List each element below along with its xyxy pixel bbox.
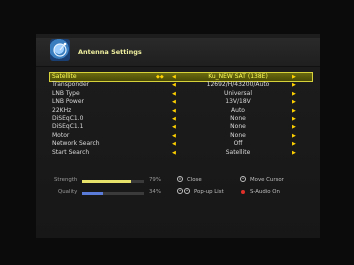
- arrow-left-icon[interactable]: ◀: [172, 132, 176, 140]
- list-button-icon: •: [184, 188, 190, 194]
- quality-label: Quality: [58, 189, 78, 195]
- menu-title: Antenna Settings: [78, 48, 142, 56]
- arrow-left-icon[interactable]: ◀: [172, 98, 176, 106]
- setting-row-lnb-type[interactable]: LNB Type ◀ Universal ▶: [50, 90, 312, 98]
- close-legend: Close: [187, 177, 202, 183]
- setting-row-lnb-power[interactable]: LNB Power ◀ 13V/18V ▶: [50, 98, 312, 106]
- arrow-left-icon[interactable]: ◀: [172, 107, 176, 115]
- arrow-right-icon[interactable]: ▶: [292, 123, 296, 131]
- setting-row-diseqc10[interactable]: DiSEqC1.0 ◀ None ▶: [50, 115, 312, 123]
- setting-label: 22KHz: [52, 106, 72, 114]
- strength-label: Strength: [54, 177, 78, 183]
- setting-row-transponder[interactable]: Transponder ◀ 12692/H/43200/Auto ▶: [50, 81, 312, 89]
- arrow-right-icon[interactable]: ▶: [292, 115, 296, 123]
- setting-row-network-search[interactable]: Network Search ◀ Off ▶: [50, 140, 312, 148]
- setting-row-motor[interactable]: Motor ◀ None ▶: [50, 132, 312, 140]
- setting-value: 13V/18V: [225, 98, 251, 106]
- setting-label: DiSEqC1.1: [52, 123, 84, 131]
- setting-value: Ku_NEW SAT (138E): [208, 73, 268, 80]
- list-button-icon: •: [177, 188, 183, 194]
- setting-label: DiSEqC1.0: [52, 114, 84, 122]
- setting-value: Off: [233, 140, 243, 148]
- setting-row-satellite[interactable]: Satellite ◆◆ ◀ Ku_NEW SAT (138E) ▶: [49, 71, 313, 83]
- quality-bar-fill: [82, 192, 104, 195]
- move-cursor-legend: Move Cursor: [250, 177, 284, 183]
- satellite-dish-icon: [50, 39, 70, 61]
- strength-bar-fill: [82, 180, 131, 183]
- setting-label: Motor: [52, 131, 70, 139]
- setting-value: None: [230, 114, 246, 122]
- setting-label: LNB Type: [52, 89, 80, 97]
- arrow-right-icon[interactable]: ▶: [292, 98, 296, 106]
- arrow-right-icon[interactable]: ▶: [292, 81, 296, 89]
- setting-row-start-search[interactable]: Start Search ◀ Satellite ▶: [50, 149, 312, 157]
- marker-icon: ◆◆: [156, 74, 164, 80]
- setting-value: None: [230, 123, 246, 131]
- arrow-right-icon[interactable]: ▶: [292, 73, 296, 81]
- arrow-left-icon[interactable]: ◀: [172, 149, 176, 157]
- setting-label: LNB Power: [52, 98, 84, 106]
- arrow-right-icon[interactable]: ▶: [292, 90, 296, 98]
- setting-value: Satellite: [225, 148, 251, 156]
- strength-percent: 79%: [149, 177, 161, 183]
- arrow-left-icon[interactable]: ◀: [172, 73, 176, 81]
- arrow-left-icon[interactable]: ◀: [172, 81, 176, 89]
- arrow-right-icon[interactable]: ▶: [292, 107, 296, 115]
- arrow-right-icon[interactable]: ▶: [292, 149, 296, 157]
- arrow-right-icon[interactable]: ▶: [292, 140, 296, 148]
- arrow-left-icon[interactable]: ◀: [172, 115, 176, 123]
- exit-button-icon: ×: [177, 176, 183, 182]
- ok-button-icon: •: [240, 176, 246, 182]
- settings-list: Satellite ◆◆ ◀ Ku_NEW SAT (138E) ▶ Trans…: [49, 71, 313, 157]
- setting-value: None: [230, 131, 246, 139]
- setting-row-diseqc11[interactable]: DiSEqC1.1 ◀ None ▶: [50, 123, 312, 131]
- setting-value: Auto: [231, 106, 245, 114]
- screen: Antenna Settings Satellite ◆◆ ◀ Ku_NEW S…: [0, 0, 354, 265]
- popup-list-legend: Pop-up List: [194, 189, 224, 195]
- quality-percent: 34%: [149, 189, 161, 195]
- arrow-right-icon[interactable]: ▶: [292, 132, 296, 140]
- setting-label: Start Search: [52, 148, 90, 156]
- arrow-left-icon[interactable]: ◀: [172, 90, 176, 98]
- setting-value: Universal: [223, 89, 253, 97]
- setting-label: Network Search: [52, 140, 100, 148]
- arrow-left-icon[interactable]: ◀: [172, 140, 176, 148]
- arrow-left-icon[interactable]: ◀: [172, 123, 176, 131]
- setting-value: 12692/H/43200/Auto: [206, 81, 270, 89]
- red-button-icon: [241, 190, 245, 194]
- s-audio-legend: S-Audio On: [250, 189, 280, 195]
- strength-bar: [82, 180, 144, 183]
- quality-bar: [82, 192, 144, 195]
- setting-label: Transponder: [52, 81, 90, 89]
- setting-row-22khz[interactable]: 22KHz ◀ Auto ▶: [50, 107, 312, 115]
- setting-label: Satellite: [52, 73, 77, 80]
